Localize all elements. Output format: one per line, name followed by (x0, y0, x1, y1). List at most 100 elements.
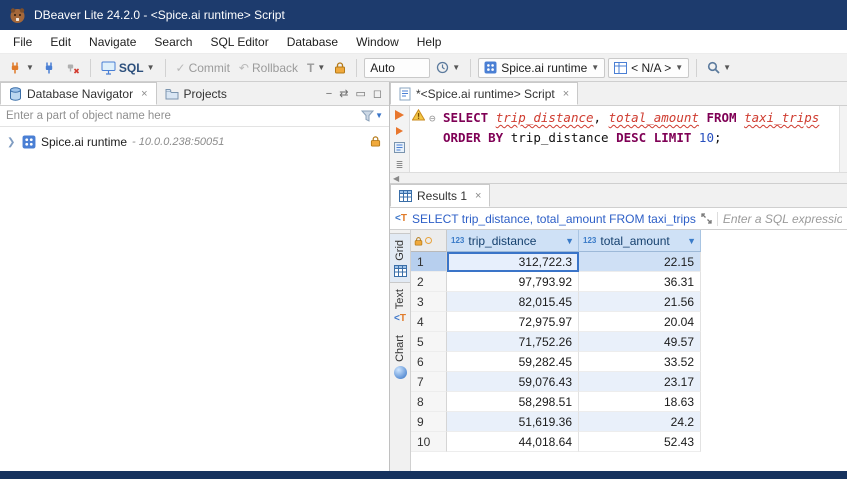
tab-label: Database Navigator (27, 87, 133, 101)
tab-database-navigator[interactable]: Database Navigator × (0, 82, 157, 105)
data-cell[interactable]: 22.15 (579, 252, 701, 272)
table-row: 571,752.2649.57 (411, 332, 701, 352)
column-header-trip_distance[interactable]: 123trip_distance▼ (447, 230, 579, 252)
side-tab-chart[interactable]: Chart (390, 329, 410, 384)
data-cell[interactable]: 18.63 (579, 392, 701, 412)
minimize-icon[interactable]: ▭ (355, 87, 365, 100)
column-filter-icon[interactable]: ▼ (687, 236, 696, 246)
expand-filter-icon[interactable] (701, 213, 712, 224)
data-cell[interactable]: 82,015.45 (447, 292, 579, 312)
link-editor-icon[interactable]: ⇄ (339, 87, 348, 100)
data-cell[interactable]: 59,076.43 (447, 372, 579, 392)
column-header-total_amount[interactable]: 123total_amount▼ (579, 230, 701, 252)
search-button[interactable]: ▼ (704, 59, 734, 76)
sql-editor-button[interactable]: SQL ▼ (98, 59, 158, 77)
column-filter-icon[interactable]: ▼ (565, 236, 574, 246)
menu-item-edit[interactable]: Edit (41, 31, 80, 53)
connection-icon (484, 61, 497, 74)
row-number-cell[interactable]: 7 (411, 372, 447, 392)
transaction-mode-button[interactable]: T ▼ (304, 59, 328, 77)
sql-token (646, 130, 654, 145)
data-cell[interactable]: 33.52 (579, 352, 701, 372)
data-cell[interactable]: 58,298.51 (447, 392, 579, 412)
close-icon[interactable]: × (563, 88, 569, 100)
menu-item-database[interactable]: Database (278, 31, 347, 53)
output-log-icon[interactable]: ≣ (396, 160, 404, 171)
sql-code[interactable]: ⊖SELECT trip_distance, total_amount FROM… (427, 106, 839, 172)
row-number-cell[interactable]: 9 (411, 412, 447, 432)
side-tab-grid[interactable]: Grid (390, 233, 410, 283)
table-row: 1312,722.322.15 (411, 252, 701, 272)
close-icon[interactable]: × (141, 88, 147, 100)
data-cell[interactable]: 23.17 (579, 372, 701, 392)
script-icon (399, 87, 411, 101)
grid-corner-cell[interactable] (411, 230, 447, 252)
data-cell[interactable]: 44,018.64 (447, 432, 579, 452)
editor-horizontal-scrollbar[interactable]: ◀ (390, 172, 847, 184)
table-row: 1044,018.6452.43 (411, 432, 701, 452)
maximize-icon[interactable]: ◻ (373, 87, 382, 100)
menu-item-navigate[interactable]: Navigate (80, 31, 145, 53)
menu-item-window[interactable]: Window (347, 31, 408, 53)
tab-projects[interactable]: Projects (157, 82, 235, 105)
active-connection-combo[interactable]: Spice.ai runtime ▼ (478, 58, 605, 78)
row-number-cell[interactable]: 5 (411, 332, 447, 352)
row-number-cell[interactable]: 6 (411, 352, 447, 372)
chevron-down-icon: ▼ (147, 64, 155, 72)
close-icon[interactable]: × (475, 190, 481, 202)
execute-statement-icon[interactable] (395, 110, 404, 120)
row-number-cell[interactable]: 8 (411, 392, 447, 412)
folder-icon (165, 88, 179, 100)
row-number-cell[interactable]: 10 (411, 432, 447, 452)
data-cell[interactable]: 49.57 (579, 332, 701, 352)
lock-icon (331, 59, 349, 76)
results-filter-input[interactable]: Enter a SQL expression to (723, 212, 842, 226)
side-tab-text[interactable]: Text<T (390, 283, 410, 329)
data-cell[interactable]: 36.31 (579, 272, 701, 292)
connect-button[interactable] (40, 59, 60, 77)
menu-item-sql-editor[interactable]: SQL Editor (201, 31, 277, 53)
data-cell[interactable]: 20.04 (579, 312, 701, 332)
commit-button[interactable]: ✓ Commit (173, 59, 233, 77)
data-cell[interactable]: 312,722.3 (447, 252, 579, 272)
tab-sql-script[interactable]: *<Spice.ai runtime> Script × (390, 82, 578, 105)
fold-collapse-icon[interactable]: ⊖ (429, 109, 443, 128)
data-cell[interactable]: 97,793.92 (447, 272, 579, 292)
row-number-cell[interactable]: 4 (411, 312, 447, 332)
expander-icon[interactable]: ❯ (7, 137, 17, 148)
menu-item-file[interactable]: File (4, 31, 41, 53)
filter-funnel-icon[interactable]: ▼ (355, 110, 389, 122)
row-number-cell[interactable]: 2 (411, 272, 447, 292)
tab-results-1[interactable]: Results 1 × (390, 184, 490, 207)
menu-item-help[interactable]: Help (408, 31, 451, 53)
data-cell[interactable]: 24.2 (579, 412, 701, 432)
data-cell[interactable]: 21.56 (579, 292, 701, 312)
object-filter-input[interactable] (0, 106, 355, 126)
rollback-button[interactable]: ↶ Rollback (236, 59, 301, 77)
dbeaver-window: DBeaver Lite 24.2.0 - <Spice.ai runtime>… (0, 0, 847, 479)
active-schema-value: < N/A > (631, 61, 671, 75)
commit-mode-combo[interactable]: Auto (364, 58, 430, 78)
tab-label: Results 1 (417, 189, 467, 203)
row-number-cell[interactable]: 3 (411, 292, 447, 312)
collapse-all-icon[interactable]: − (326, 88, 332, 100)
menu-item-search[interactable]: Search (145, 31, 201, 53)
side-tab-label: Grid (394, 240, 406, 261)
execute-script-icon[interactable] (396, 127, 403, 135)
disconnect-button[interactable] (63, 59, 83, 77)
row-number-cell[interactable]: 1 (411, 252, 447, 272)
tree-item-connection[interactable]: ❯ Spice.ai runtime - 10.0.0.238:50051 (0, 132, 389, 152)
active-schema-combo[interactable]: < N/A > ▼ (608, 58, 689, 78)
transaction-log-button[interactable]: ▼ (433, 59, 463, 76)
data-cell[interactable]: 51,619.36 (447, 412, 579, 432)
sql-token: trip_distance (503, 130, 616, 145)
data-cell[interactable]: 71,752.26 (447, 332, 579, 352)
new-connection-button[interactable]: ▼ (6, 59, 37, 77)
numeric-type-icon: 123 (451, 236, 464, 245)
data-cell[interactable]: 52.43 (579, 432, 701, 452)
explain-plan-icon[interactable] (394, 142, 405, 153)
scroll-left-icon[interactable]: ◀ (393, 174, 399, 183)
editor-vertical-scrollbar[interactable] (839, 106, 847, 172)
data-cell[interactable]: 59,282.45 (447, 352, 579, 372)
data-cell[interactable]: 72,975.97 (447, 312, 579, 332)
